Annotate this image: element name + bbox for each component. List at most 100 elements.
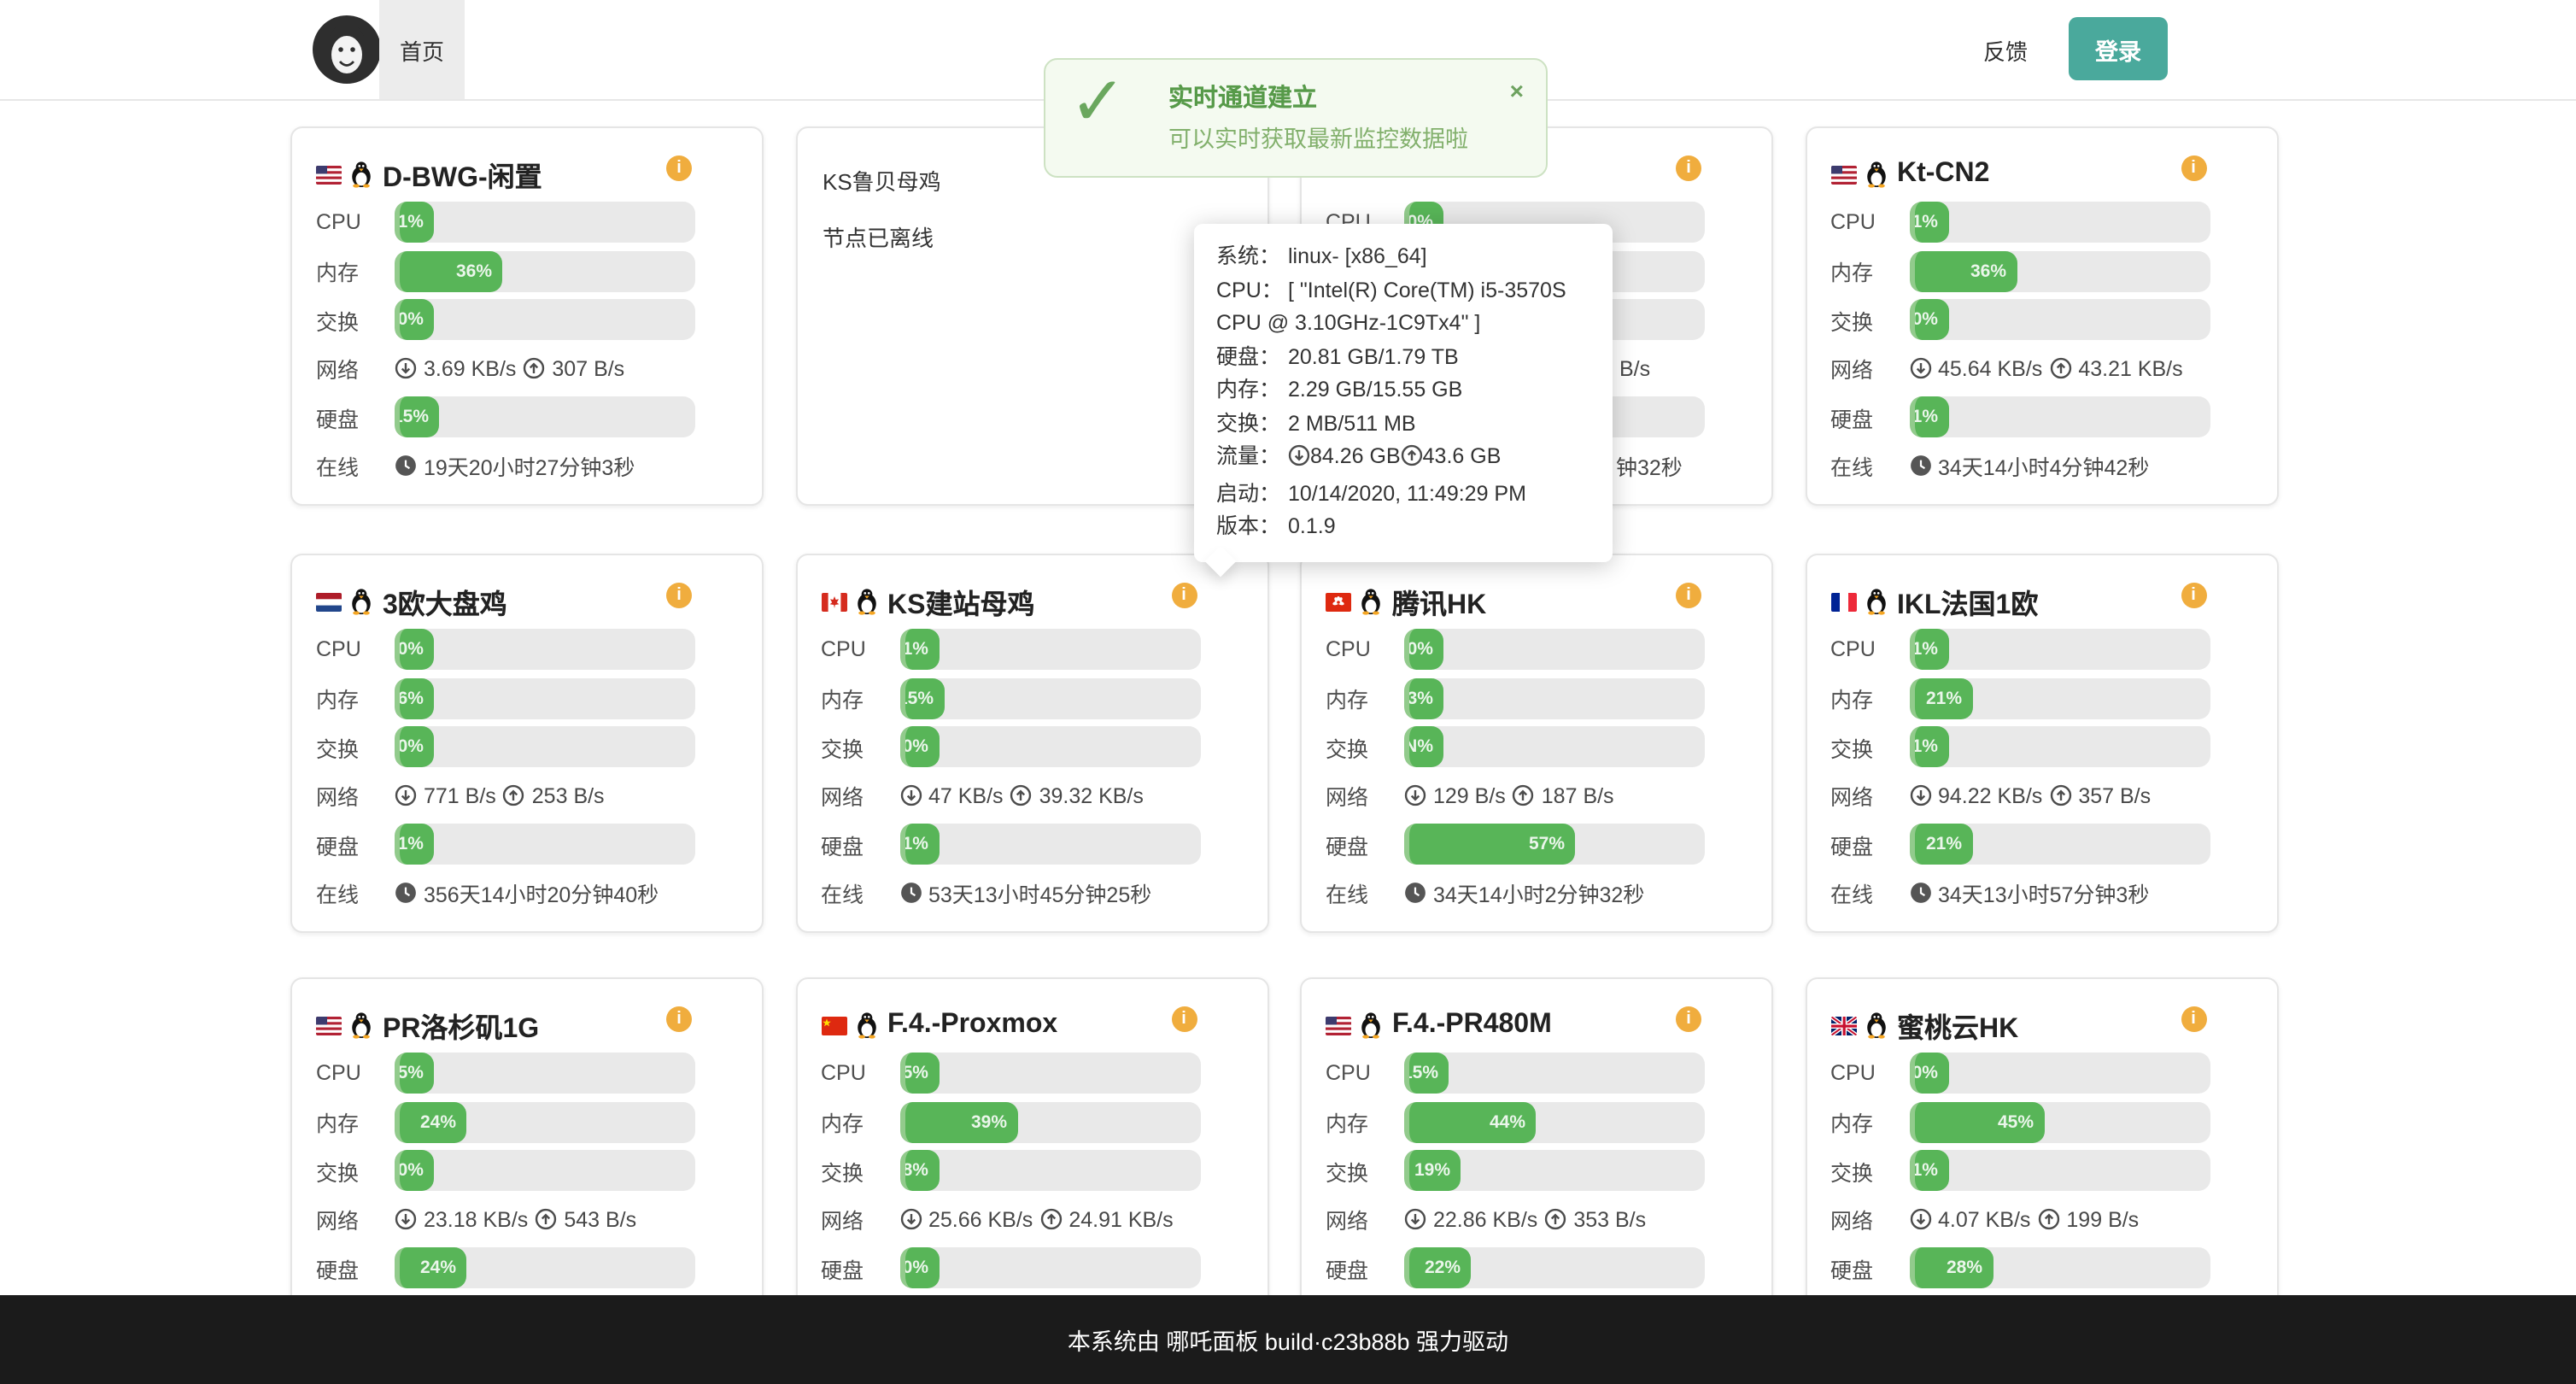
- stat-label-swap: 交换: [1830, 730, 1909, 763]
- progress-value: 57%: [1529, 834, 1575, 854]
- stat-row-cpu: CPU15%: [1326, 1053, 1748, 1094]
- stat-label-mem: 内存: [821, 682, 899, 714]
- progress-track: 1%: [1909, 202, 2210, 243]
- server-card: Kt-CN2iCPU1%内存36%交换0%网络45.64 KB/s43.21 K…: [1805, 126, 2278, 506]
- server-name: F.4.-Proxmox: [887, 1010, 1057, 1041]
- linux-tux-icon: [350, 1012, 372, 1039]
- progress-value: 0%: [398, 736, 434, 757]
- download-icon: [1288, 448, 1310, 472]
- progress-fill: NaN%: [1404, 726, 1443, 767]
- nav-feedback-link[interactable]: 反馈: [1983, 0, 2028, 99]
- site-logo[interactable]: [313, 15, 381, 84]
- stat-label-cpu: CPU: [821, 1061, 899, 1085]
- stat-row-net: 网络4.07 KB/s199 B/s: [1830, 1199, 2252, 1240]
- stat-label-swap: 交换: [821, 730, 899, 763]
- stat-label-swap: 交换: [1326, 730, 1404, 763]
- progress-value: 36%: [1970, 261, 2017, 281]
- stat-row-cpu: CPU0%: [1830, 1053, 2252, 1094]
- info-icon[interactable]: i: [666, 1006, 692, 1032]
- uptime-value: 34天14小时4分钟42秒: [1938, 449, 2149, 482]
- offline-status: 节点已离线: [823, 220, 1243, 253]
- info-icon[interactable]: i: [2181, 155, 2206, 181]
- stat-row-swap: 交换NaN%: [1326, 726, 1748, 767]
- stat-row-mem: 内存36%: [1830, 250, 2252, 291]
- stat-label-cpu: CPU: [821, 637, 899, 661]
- info-icon[interactable]: i: [2181, 583, 2206, 608]
- stat-row-swap: 交换1%: [1830, 1150, 2252, 1191]
- server-name: KS建站母鸡: [887, 581, 1034, 622]
- progress-track: 21%: [1909, 824, 2210, 865]
- login-button[interactable]: 登录: [2069, 17, 2168, 80]
- info-icon[interactable]: i: [1676, 583, 1701, 608]
- net-up: 187 B/s: [1542, 783, 1614, 807]
- progress-value: 39%: [971, 1111, 1017, 1132]
- uptime-fragment: 钟32秒: [1616, 449, 1683, 482]
- stat-value-net: 3.69 KB/s307 B/s: [395, 356, 624, 380]
- stat-value-uptime: 34天14小时2分钟32秒: [1404, 877, 1644, 909]
- stat-label-cpu: CPU: [1830, 210, 1909, 234]
- server-name: 蜜桃云HK: [1897, 1005, 2018, 1046]
- stat-label-swap: 交换: [316, 303, 395, 336]
- net-up: 253 B/s: [532, 783, 605, 807]
- progress-value: 5%: [903, 1063, 939, 1083]
- stat-row-cpu: CPU0%: [1326, 629, 1748, 670]
- server-info-tooltip: 系统：linux- [x86_64]CPU：[ "Intel(R) Core(T…: [1194, 224, 1613, 561]
- stat-label-uptime: 在线: [316, 449, 395, 482]
- progress-fill: 6%: [395, 677, 434, 718]
- tab-home[interactable]: 首页: [379, 0, 465, 99]
- progress-fill: 15%: [899, 677, 944, 718]
- progress-track: 0%: [1909, 299, 2210, 340]
- stat-row-uptime: 在线19天20小时27分钟3秒: [316, 445, 738, 486]
- close-icon[interactable]: ×: [1510, 77, 1524, 104]
- linux-tux-icon: [1360, 1012, 1382, 1039]
- progress-fill: 28%: [1909, 1247, 1993, 1288]
- tooltip-label: 启动：: [1216, 478, 1288, 511]
- progress-fill: 5%: [395, 1053, 434, 1094]
- stat-row-mem: 内存3%: [1326, 677, 1748, 718]
- info-icon[interactable]: i: [666, 583, 692, 608]
- info-icon[interactable]: i: [1171, 583, 1197, 608]
- stat-label-cpu: CPU: [1830, 1061, 1909, 1085]
- tooltip-row: 硬盘：20.81 GB/1.79 TB: [1216, 341, 1590, 374]
- stat-label-cpu: CPU: [316, 1061, 395, 1085]
- server-name: 3欧大盘鸡: [383, 581, 507, 622]
- uptime-value: 53天13小时45分钟25秒: [928, 877, 1151, 909]
- tooltip-value: 2 MB/511 MB: [1288, 411, 1416, 435]
- stat-row-swap: 交换0%: [316, 1150, 738, 1191]
- stat-label-uptime: 在线: [821, 877, 899, 909]
- tooltip-row: 内存：2.29 GB/15.55 GB: [1216, 374, 1590, 408]
- stat-label-uptime: 在线: [316, 877, 395, 909]
- info-icon[interactable]: i: [1171, 1006, 1197, 1032]
- progress-fill: 0%: [395, 629, 434, 670]
- progress-track: 11%: [1909, 396, 2210, 437]
- flag-cn-icon: [821, 1016, 846, 1035]
- info-icon[interactable]: i: [666, 155, 692, 181]
- uptime-value: 356天14小时20分钟40秒: [424, 877, 659, 909]
- net-up: 353 B/s: [1573, 1207, 1646, 1231]
- info-icon[interactable]: i: [1676, 155, 1701, 181]
- progress-fill: 36%: [395, 250, 502, 291]
- info-icon[interactable]: i: [1676, 1006, 1701, 1032]
- info-icon[interactable]: i: [2181, 1006, 2206, 1032]
- stat-row-mem: 内存44%: [1326, 1101, 1748, 1142]
- net-up: 543 B/s: [564, 1207, 636, 1231]
- progress-fill: 1%: [1909, 202, 1948, 243]
- progress-fill: 1%: [1909, 1150, 1948, 1191]
- progress-value: 1%: [1912, 639, 1948, 660]
- stat-row-swap: 交换0%: [821, 726, 1243, 767]
- stat-value-net: 771 B/s 253 B/s: [395, 783, 605, 807]
- progress-fill: 21%: [1909, 824, 1972, 865]
- tooltip-value: 2.29 GB/15.55 GB: [1288, 378, 1462, 402]
- stat-row-net: 网络3.69 KB/s307 B/s: [316, 348, 738, 389]
- stat-label-swap: 交换: [316, 1154, 395, 1187]
- progress-track: 1%: [395, 202, 695, 243]
- flag-ca-icon: [821, 592, 846, 611]
- flag-fr-icon: [1830, 592, 1856, 611]
- progress-track: 0%: [1909, 1053, 2210, 1094]
- stat-label-disk: 硬盘: [1326, 828, 1404, 860]
- net-down: 771 B/s: [424, 783, 496, 807]
- stat-value-net: 22.86 KB/s353 B/s: [1404, 1207, 1646, 1231]
- progress-value: 15%: [899, 688, 944, 708]
- progress-fill: 45%: [1909, 1101, 2044, 1142]
- stat-label-mem: 内存: [1326, 682, 1404, 714]
